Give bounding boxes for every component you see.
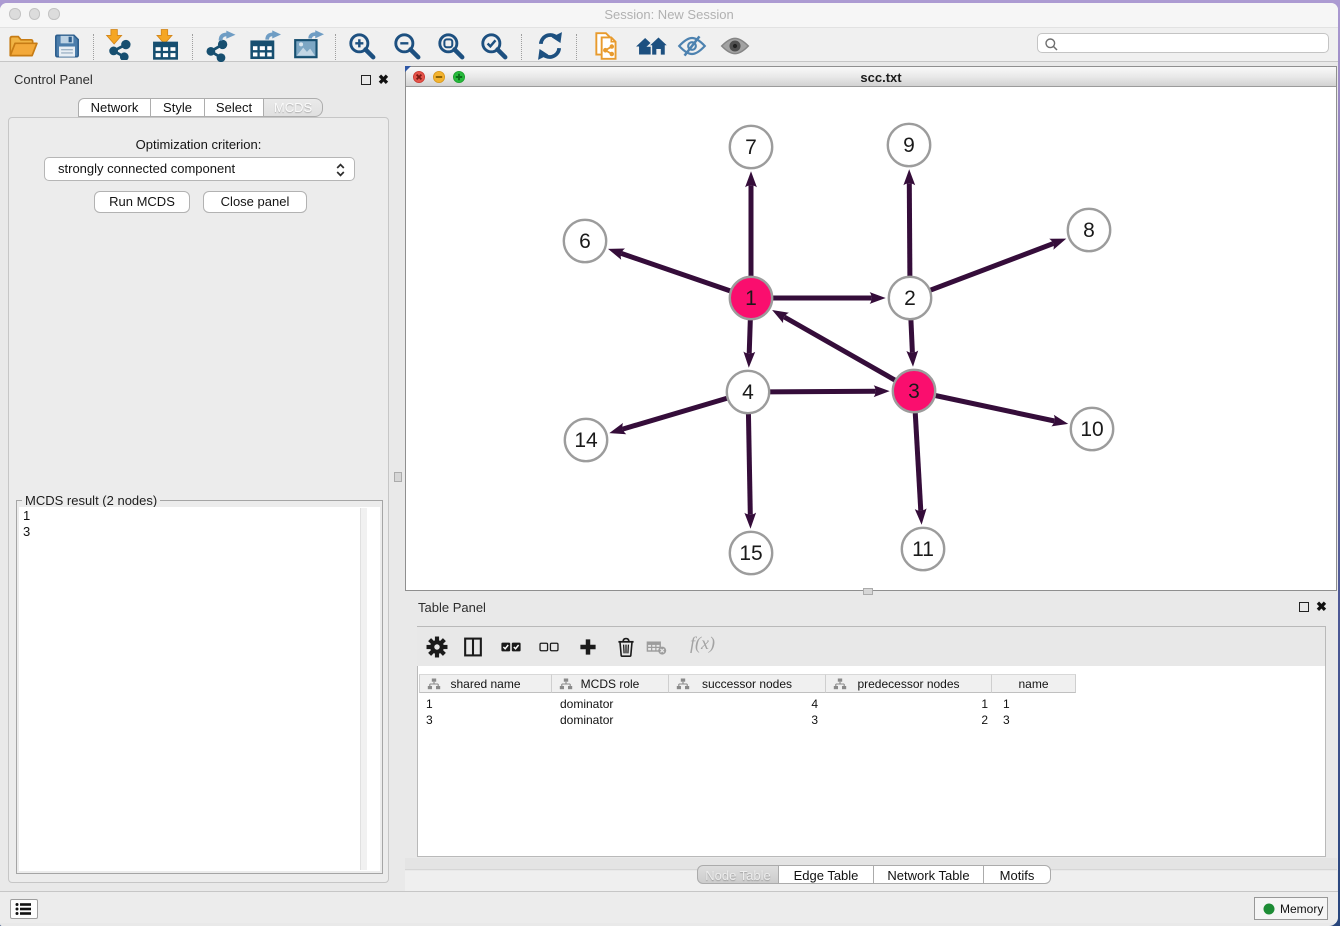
svg-text:7: 7 — [745, 136, 757, 159]
svg-text:14: 14 — [574, 429, 598, 452]
svg-text:11: 11 — [912, 538, 934, 561]
svg-text:4: 4 — [742, 381, 754, 404]
svg-text:8: 8 — [1083, 219, 1095, 242]
svg-text:15: 15 — [739, 542, 762, 565]
svg-text:10: 10 — [1080, 418, 1103, 441]
svg-text:3: 3 — [908, 380, 920, 403]
svg-text:9: 9 — [903, 134, 915, 157]
svg-text:2: 2 — [904, 287, 916, 310]
svg-text:1: 1 — [745, 287, 757, 310]
svg-text:6: 6 — [579, 230, 591, 253]
